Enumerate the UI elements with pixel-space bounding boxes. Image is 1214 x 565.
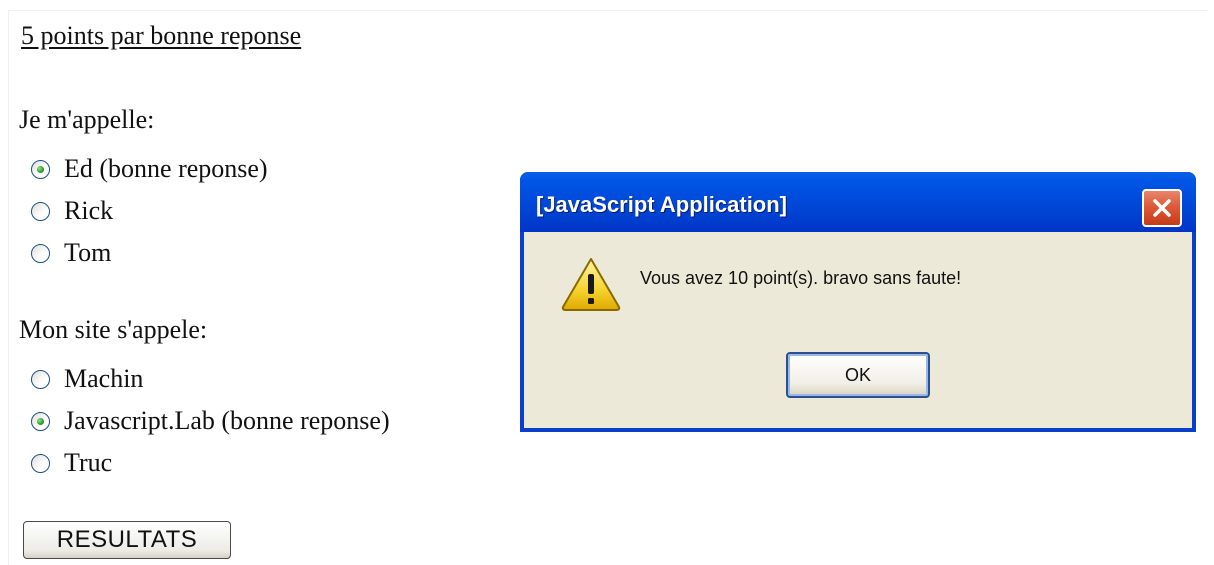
alert-dialog: [JavaScript Application] Vous avez 10 po… [520,172,1196,432]
close-button[interactable] [1142,189,1182,227]
radio-button[interactable] [31,369,50,389]
option-label: Truc [64,448,113,477]
option-label: Machin [64,364,144,393]
option-truc[interactable]: Truc [31,447,112,479]
radio-button[interactable] [31,453,50,473]
option-label: Ed (bonne reponse) [64,154,268,183]
option-ed[interactable]: Ed (bonne reponse) [31,153,268,185]
ok-button[interactable]: OK [786,352,930,398]
radio-button-selected[interactable] [31,411,50,431]
warning-icon [561,258,621,311]
option-label: Tom [64,238,112,267]
option-tom[interactable]: Tom [31,237,111,269]
dialog-title: [JavaScript Application] [536,192,788,217]
results-button[interactable]: RESULTATS [23,521,231,559]
radio-button[interactable] [31,201,50,221]
question-label-site: Mon site s'appele: [19,315,208,344]
question-label-name: Je m'appelle: [19,105,155,134]
close-icon [1153,199,1171,217]
option-label: Javascript.Lab (bonne reponse) [64,406,390,435]
radio-button-selected[interactable] [31,159,50,179]
option-label: Rick [64,196,114,225]
page-heading: 5 points par bonne reponse [21,21,302,50]
dialog-titlebar[interactable]: [JavaScript Application] [520,172,1196,232]
option-machin[interactable]: Machin [31,363,143,395]
option-rick[interactable]: Rick [31,195,113,227]
option-javascript-lab[interactable]: Javascript.Lab (bonne reponse) [31,405,390,437]
dialog-body: Vous avez 10 point(s). bravo sans faute!… [524,232,1192,428]
dialog-message: Vous avez 10 point(s). bravo sans faute! [640,268,962,288]
radio-button[interactable] [31,243,50,263]
